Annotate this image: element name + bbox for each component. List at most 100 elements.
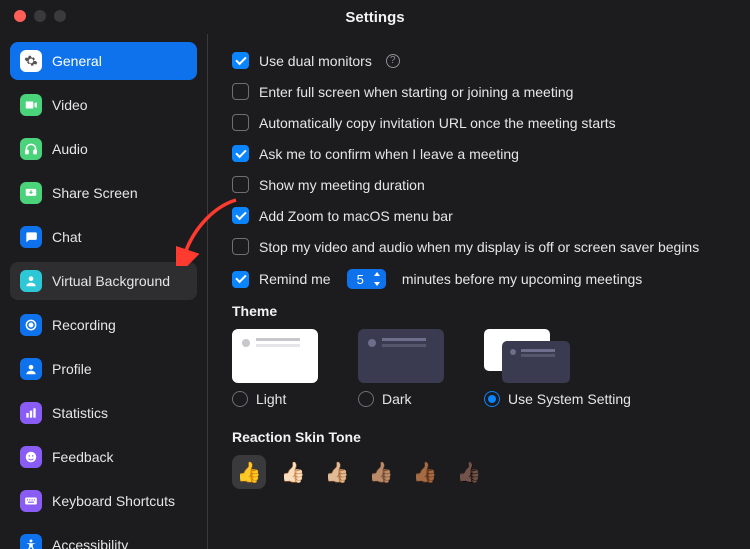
video-icon — [20, 94, 42, 116]
option-label: Stop my video and audio when my display … — [259, 239, 699, 255]
theme-thumbnail — [232, 329, 318, 383]
option-row: Use dual monitors? — [232, 52, 730, 69]
theme-options: Light Dark Use System Setting — [232, 329, 730, 407]
thumbs-up-icon: 👍🏿 — [457, 460, 482, 485]
sidebar-item-feedback[interactable]: Feedback — [10, 438, 197, 476]
thumbs-up-icon: 👍🏽 — [369, 460, 394, 485]
sidebar-item-recording[interactable]: Recording — [10, 306, 197, 344]
window-controls — [14, 10, 66, 22]
remind-minutes-value: 5 — [357, 272, 364, 287]
option-row: Enter full screen when starting or joini… — [232, 83, 730, 100]
option-label: Add Zoom to macOS menu bar — [259, 208, 453, 224]
sidebar-item-share-screen[interactable]: Share Screen — [10, 174, 197, 212]
option-row: Stop my video and audio when my display … — [232, 238, 730, 255]
skin-tone-option[interactable]: 👍🏻 — [276, 455, 310, 489]
sidebar-item-label: General — [52, 53, 102, 69]
sidebar-item-general[interactable]: General — [10, 42, 197, 80]
sidebar-item-video[interactable]: Video — [10, 86, 197, 124]
remind-minutes-select[interactable]: 5 — [347, 269, 386, 289]
accessibility-icon — [20, 534, 42, 549]
skin-tone-options: 👍 👍🏻 👍🏼 👍🏽 👍🏾 👍🏿 — [232, 455, 730, 489]
sidebar-item-keyboard-shortcuts[interactable]: Keyboard Shortcuts — [10, 482, 197, 520]
thumbs-up-icon: 👍 — [237, 460, 262, 485]
option-checkbox[interactable] — [232, 176, 249, 193]
sidebar-item-label: Accessibility — [52, 537, 128, 549]
record-icon — [20, 314, 42, 336]
info-icon[interactable]: ? — [386, 54, 400, 68]
settings-sidebar: General Video Audio Share Screen Chat Virtual… — [0, 34, 208, 549]
sidebar-item-label: Virtual Background — [52, 273, 170, 289]
option-label: Use dual monitors — [259, 53, 372, 69]
sidebar-item-label: Chat — [52, 229, 82, 245]
sidebar-item-accessibility[interactable]: Accessibility — [10, 526, 197, 549]
option-checkbox[interactable] — [232, 207, 249, 224]
theme-thumbnail — [358, 329, 444, 383]
skin-tone-option[interactable]: 👍🏽 — [364, 455, 398, 489]
skin-tone-option[interactable]: 👍🏼 — [320, 455, 354, 489]
theme-label: Dark — [382, 391, 412, 407]
close-window-button[interactable] — [14, 10, 26, 22]
sidebar-item-label: Video — [52, 97, 88, 113]
theme-thumbnail — [484, 329, 570, 383]
option-remind-me: Remind me 5 minutes before my upcoming m… — [232, 269, 730, 289]
headphones-icon — [20, 138, 42, 160]
gear-icon — [20, 50, 42, 72]
sidebar-item-label: Feedback — [52, 449, 113, 465]
theme-radio[interactable] — [484, 391, 500, 407]
sidebar-item-label: Keyboard Shortcuts — [52, 493, 175, 509]
skin-tone-option[interactable]: 👍🏿 — [452, 455, 486, 489]
remind-checkbox[interactable] — [232, 271, 249, 288]
theme-radio[interactable] — [232, 391, 248, 407]
option-checkbox[interactable] — [232, 52, 249, 69]
sidebar-item-label: Share Screen — [52, 185, 138, 201]
sidebar-item-label: Profile — [52, 361, 92, 377]
option-label: Automatically copy invitation URL once t… — [259, 115, 616, 131]
window-title: Settings — [0, 9, 750, 26]
theme-option-dark[interactable]: Dark — [358, 329, 444, 407]
theme-option-light[interactable]: Light — [232, 329, 318, 407]
chat-icon — [20, 226, 42, 248]
thumbs-up-icon: 👍🏻 — [281, 460, 306, 485]
keyboard-icon — [20, 490, 42, 512]
theme-option-system[interactable]: Use System Setting — [484, 329, 631, 407]
stats-icon — [20, 402, 42, 424]
skin-tone-option[interactable]: 👍 — [232, 455, 266, 489]
skin-section-label: Reaction Skin Tone — [232, 429, 730, 445]
thumbs-up-icon: 👍🏼 — [325, 460, 350, 485]
theme-section-label: Theme — [232, 303, 730, 319]
option-label: Enter full screen when starting or joini… — [259, 84, 573, 100]
sidebar-item-chat[interactable]: Chat — [10, 218, 197, 256]
share-icon — [20, 182, 42, 204]
theme-radio[interactable] — [358, 391, 374, 407]
option-row: Add Zoom to macOS menu bar — [232, 207, 730, 224]
option-checkbox[interactable] — [232, 238, 249, 255]
theme-label: Use System Setting — [508, 391, 631, 407]
zoom-window-button[interactable] — [54, 10, 66, 22]
sidebar-item-label: Recording — [52, 317, 116, 333]
option-checkbox[interactable] — [232, 114, 249, 131]
sidebar-item-label: Statistics — [52, 405, 108, 421]
option-row: Automatically copy invitation URL once t… — [232, 114, 730, 131]
option-checkbox[interactable] — [232, 83, 249, 100]
thumbs-up-icon: 👍🏾 — [413, 460, 438, 485]
settings-panel-general: Use dual monitors? Enter full screen when… — [208, 34, 750, 549]
sidebar-item-audio[interactable]: Audio — [10, 130, 197, 168]
remind-prefix: Remind me — [259, 271, 331, 287]
minimize-window-button[interactable] — [34, 10, 46, 22]
option-label: Ask me to confirm when I leave a meeting — [259, 146, 519, 162]
option-label: Show my meeting duration — [259, 177, 425, 193]
sidebar-item-statistics[interactable]: Statistics — [10, 394, 197, 432]
titlebar: Settings — [0, 0, 750, 34]
feedback-icon — [20, 446, 42, 468]
option-checkbox[interactable] — [232, 145, 249, 162]
theme-label: Light — [256, 391, 286, 407]
option-row: Show my meeting duration — [232, 176, 730, 193]
remind-suffix: minutes before my upcoming meetings — [402, 271, 642, 287]
sidebar-item-label: Audio — [52, 141, 88, 157]
sidebar-item-profile[interactable]: Profile — [10, 350, 197, 388]
option-row: Ask me to confirm when I leave a meeting — [232, 145, 730, 162]
skin-tone-option[interactable]: 👍🏾 — [408, 455, 442, 489]
person-icon — [20, 270, 42, 292]
sidebar-item-virtual-background[interactable]: Virtual Background — [10, 262, 197, 300]
profile-icon — [20, 358, 42, 380]
